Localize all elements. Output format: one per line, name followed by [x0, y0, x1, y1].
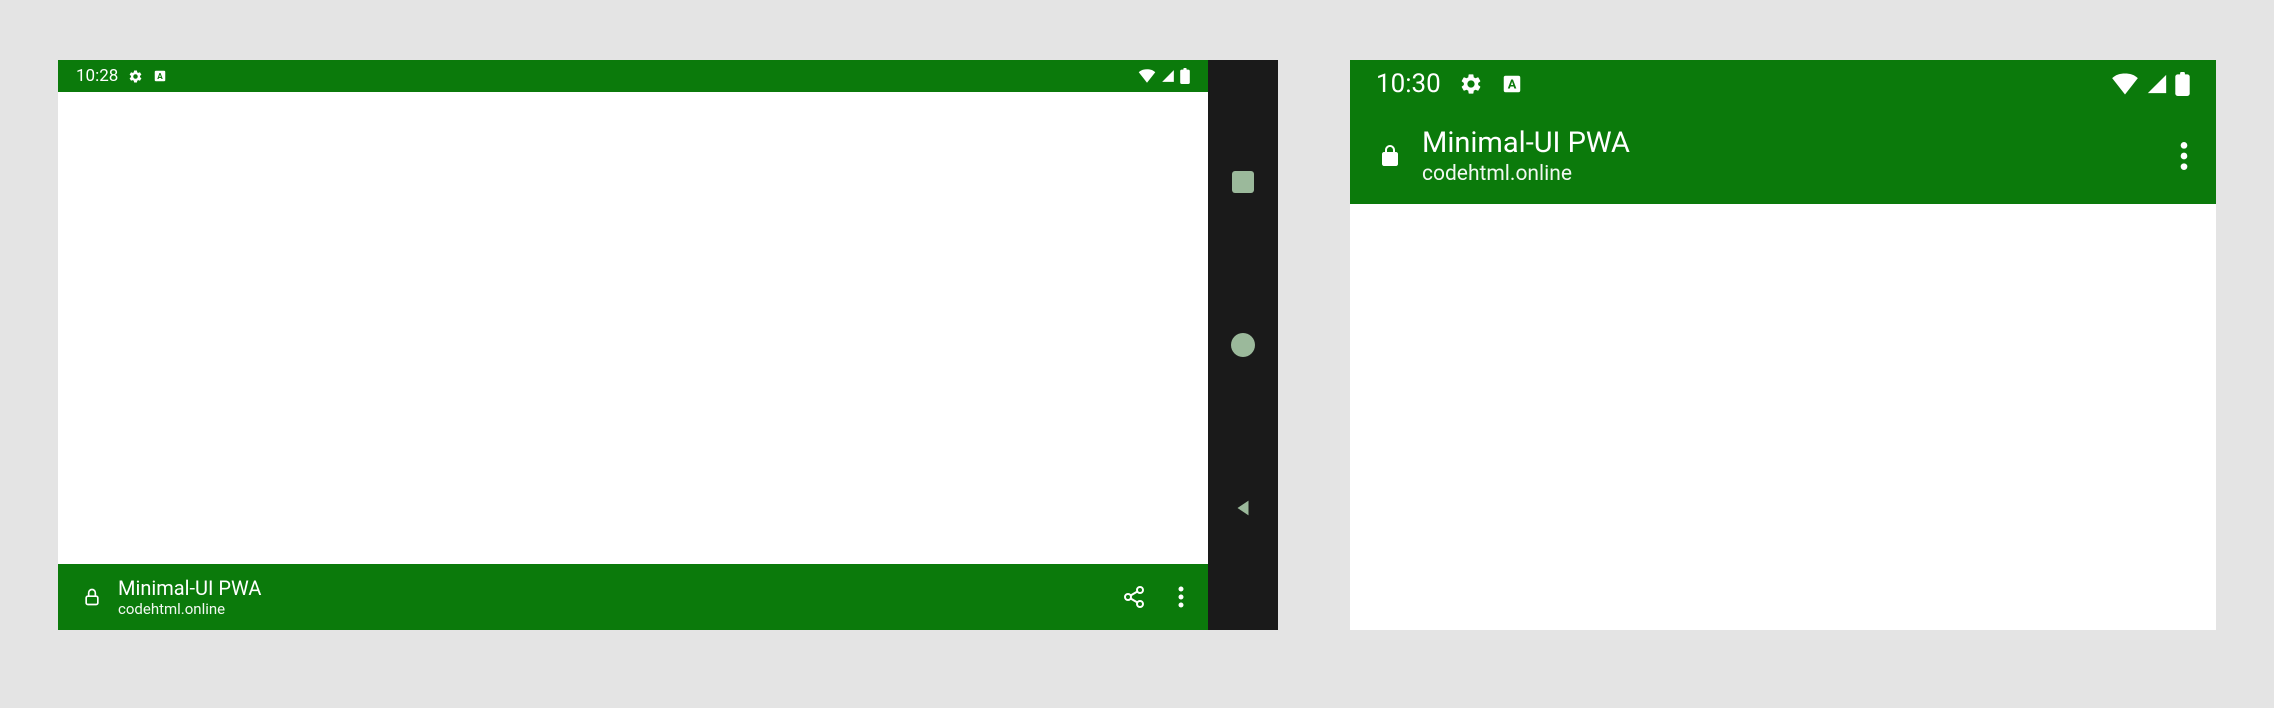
content-area: [58, 92, 1208, 564]
status-time: 10:28: [76, 66, 118, 86]
status-bar: 10:30 A: [1350, 60, 2216, 108]
app-bar: Minimal-UI PWA codehtml.online: [1350, 108, 2216, 204]
signal-icon: [1160, 69, 1176, 83]
status-bar-left: 10:28 A: [76, 66, 167, 86]
gear-icon: [1459, 72, 1483, 96]
badge-icon: A: [153, 69, 167, 83]
status-bar-right: [2111, 72, 2190, 96]
svg-text:A: A: [158, 71, 164, 81]
more-icon[interactable]: [1178, 585, 1184, 609]
svg-text:A: A: [1507, 78, 1516, 93]
app-domain: codehtml.online: [1422, 162, 2180, 187]
device-landscape-screen: 10:28 A: [58, 60, 1208, 630]
app-bar-text: Minimal-UI PWA codehtml.online: [118, 576, 1122, 618]
badge-icon: A: [1501, 73, 1523, 95]
status-bar-right: [1138, 68, 1190, 84]
app-bar-actions: [2180, 140, 2188, 172]
status-bar: 10:28 A: [58, 60, 1208, 92]
battery-icon: [1180, 68, 1190, 84]
device-portrait: 10:30 A Minimal-UI PWA co: [1350, 60, 2216, 630]
battery-icon: [2175, 72, 2190, 96]
status-bar-left: 10:30 A: [1376, 69, 1523, 99]
device-landscape: 10:28 A: [58, 60, 1278, 630]
status-time: 10:30: [1376, 69, 1441, 99]
lock-icon: [82, 585, 102, 609]
home-button[interactable]: [1229, 331, 1257, 359]
back-button[interactable]: [1229, 494, 1257, 522]
navigation-bar: [1208, 60, 1278, 630]
app-domain: codehtml.online: [118, 600, 1122, 618]
recents-button[interactable]: [1229, 168, 1257, 196]
gear-icon: [128, 69, 143, 84]
more-icon[interactable]: [2180, 140, 2188, 172]
app-bar-actions: [1122, 585, 1184, 609]
signal-icon: [2145, 73, 2169, 95]
lock-icon: [1378, 141, 1402, 171]
content-area: [1350, 204, 2216, 630]
app-bar-text: Minimal-UI PWA codehtml.online: [1422, 125, 2180, 188]
app-title: Minimal-UI PWA: [118, 576, 1122, 600]
app-bar: Minimal-UI PWA codehtml.online: [58, 564, 1208, 630]
wifi-icon: [2111, 73, 2139, 95]
wifi-icon: [1138, 69, 1156, 83]
app-title: Minimal-UI PWA: [1422, 125, 2180, 163]
share-icon[interactable]: [1122, 585, 1146, 609]
